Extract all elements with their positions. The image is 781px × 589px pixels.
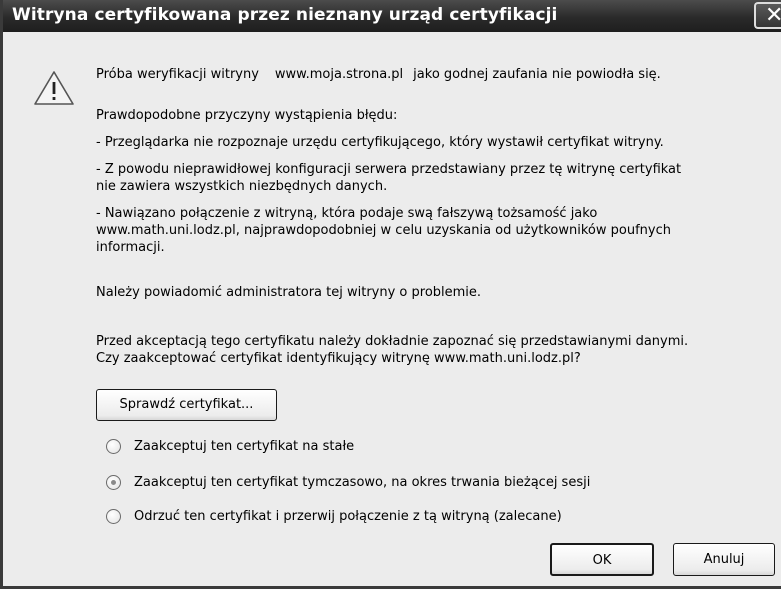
close-button[interactable]: ✕	[754, 2, 781, 29]
dialog-title: Witryna certyfikowana przez nieznany urz…	[12, 5, 558, 25]
certificate-dialog: Witryna certyfikowana przez nieznany urz…	[0, 0, 781, 589]
cause-2-line-2: nie zawiera wszystkich niezbędnych danyc…	[96, 179, 388, 194]
option-label-session[interactable]: Zaakceptuj ten certyfikat tymczasowo, na…	[134, 474, 590, 491]
cause-3-line-1: - Nawiązano połączenie z witryną, która …	[96, 206, 598, 221]
causes-heading: Prawdopodobne przyczyny wystąpienia błęd…	[96, 108, 398, 123]
verify-prefix: Próba weryfikacji witryny	[96, 67, 259, 82]
ok-button[interactable]: OK	[550, 543, 654, 576]
verify-failed-line: Próba weryfikacji witryny www.moja.strona…	[96, 66, 661, 83]
cause-3-line-2: www.math.uni.lodz.pl, najprawdopodobniej…	[96, 223, 671, 238]
before-accept-line-1: Przed akceptacją tego certyfikatu należy…	[96, 334, 689, 349]
verify-suffix: jako godnej zaufania nie powiodła się.	[413, 67, 661, 82]
close-icon: ✕	[765, 3, 781, 28]
cause-3-line-3: informacji.	[96, 240, 165, 255]
cause-1: - Przeglądarka nie rozpoznaje urzędu cer…	[96, 135, 664, 150]
radio-accept-permanently[interactable]	[106, 439, 121, 454]
radio-selected-dot	[111, 480, 116, 485]
radio-reject[interactable]	[106, 509, 121, 524]
notify-admin-text: Należy powiadomić administratora tej wit…	[96, 285, 482, 300]
title-bar[interactable]: Witryna certyfikowana przez nieznany urz…	[3, 0, 781, 32]
option-label-permanent[interactable]: Zaakceptuj ten certyfikat na stałe	[134, 438, 354, 455]
cancel-button[interactable]: Anuluj	[673, 543, 775, 576]
before-accept-line-2: Czy zaakceptować certyfikat identyfikują…	[96, 351, 581, 366]
verify-site: www.moja.strona.pl	[274, 67, 404, 82]
radio-accept-session[interactable]	[106, 475, 121, 490]
cause-2-line-1: - Z powodu nieprawidłowej konfiguracji s…	[96, 162, 682, 177]
option-label-reject[interactable]: Odrzuć ten certyfikat i przerwij połącze…	[134, 508, 562, 525]
warning-triangle-icon	[34, 71, 74, 105]
check-certificate-button[interactable]: Sprawdź certyfikat...	[96, 389, 277, 421]
